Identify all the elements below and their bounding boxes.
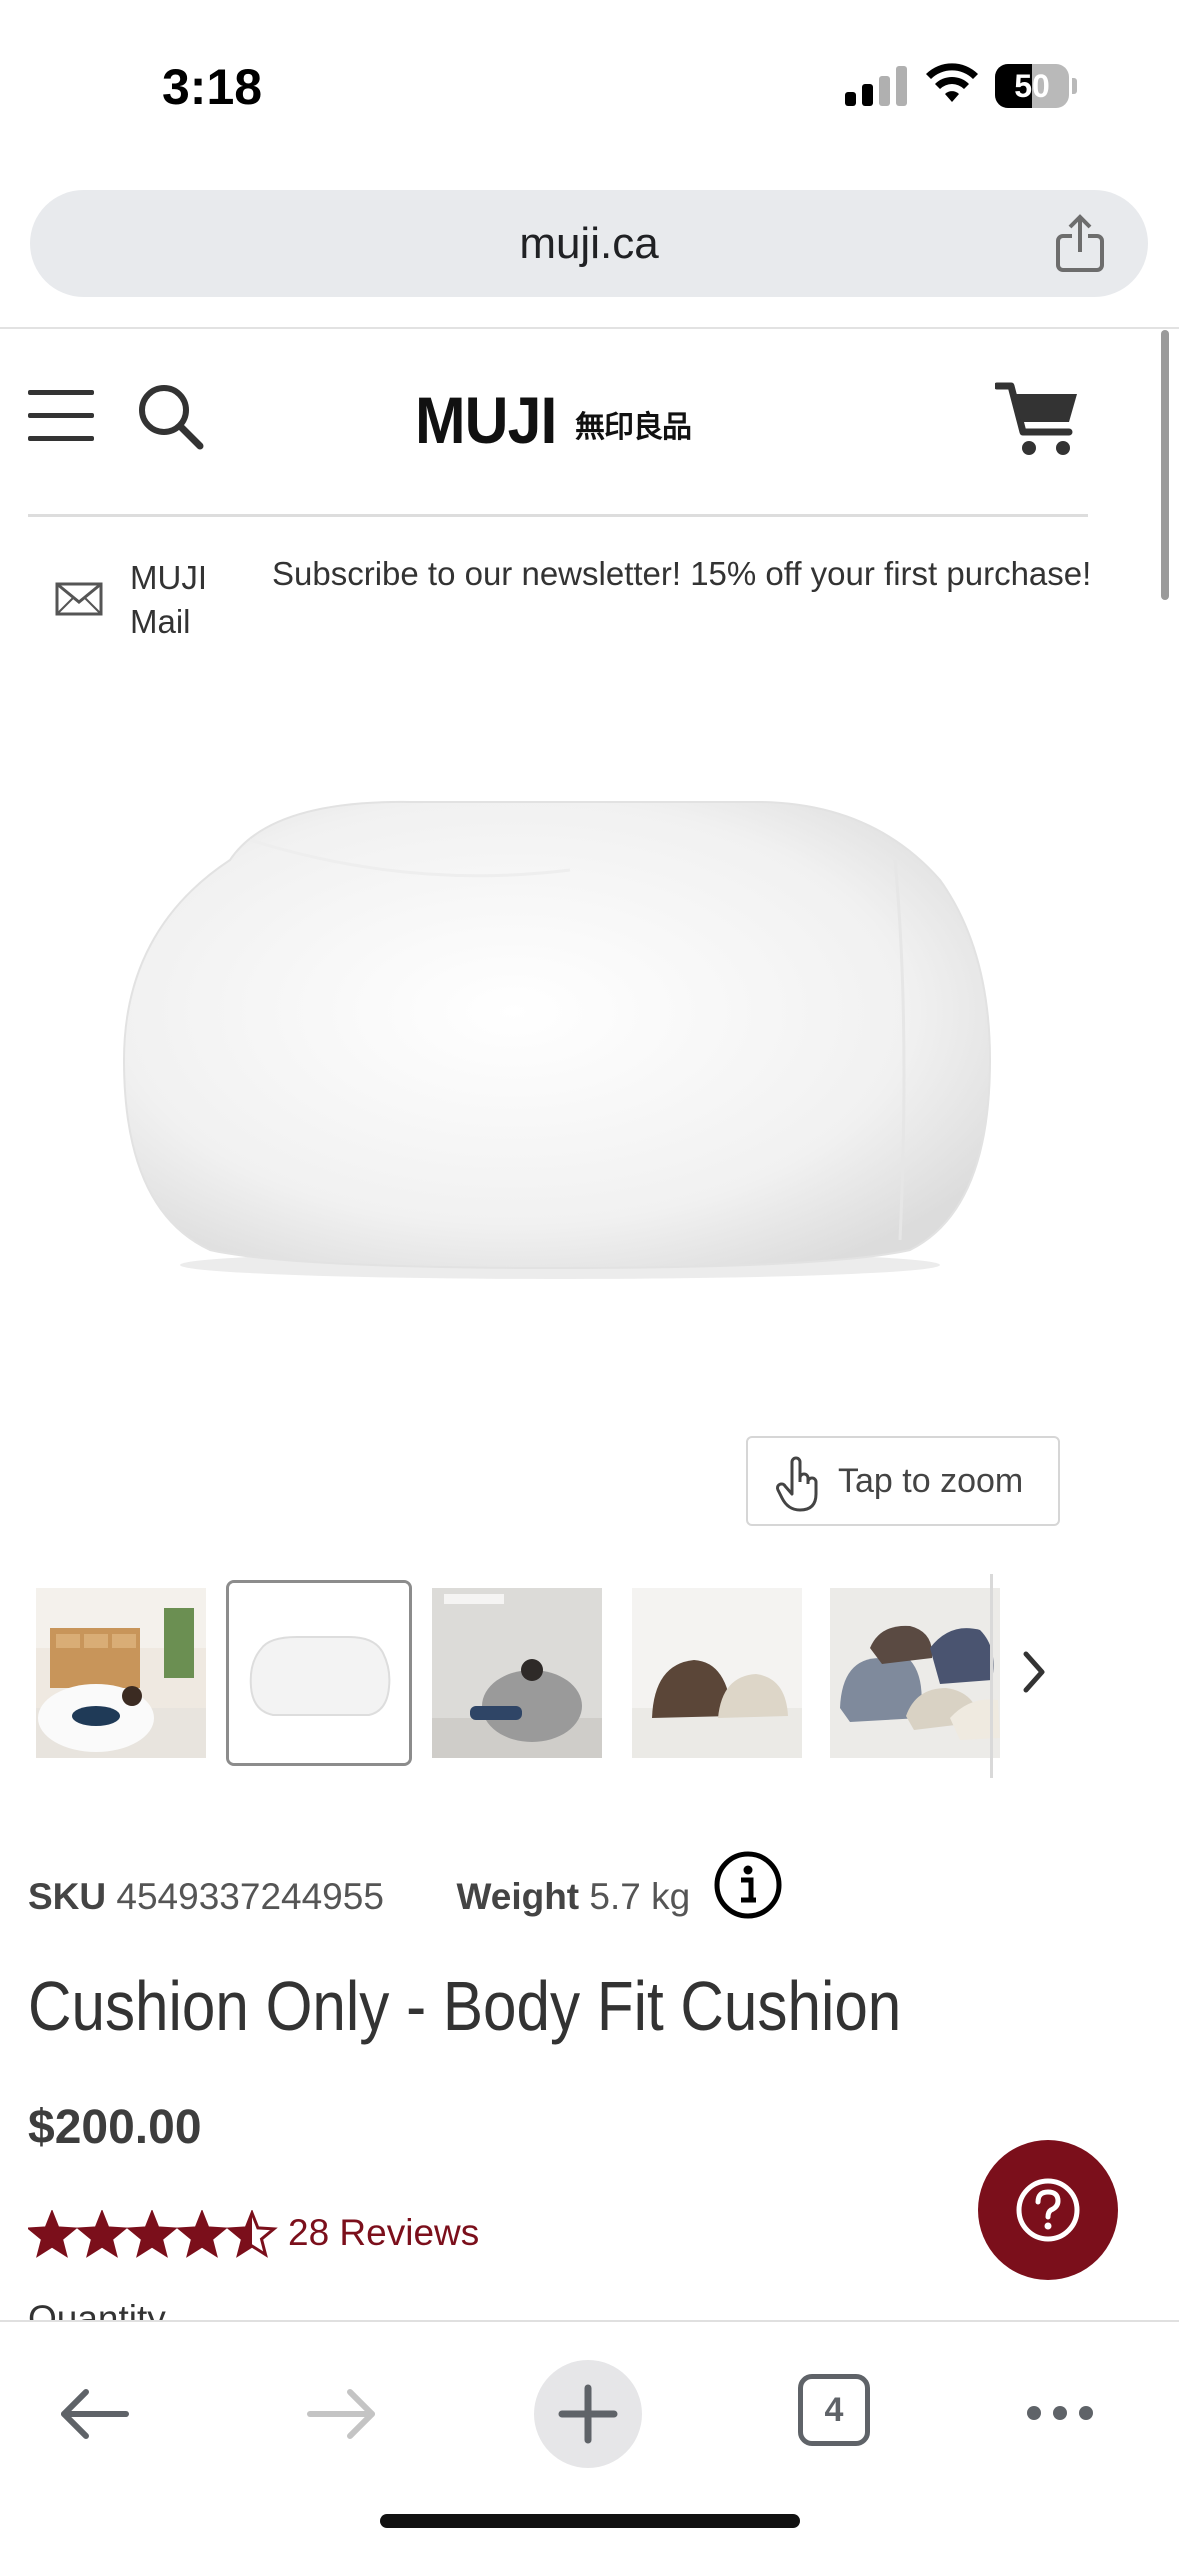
thumbnail-lifestyle[interactable] (36, 1588, 206, 1758)
thumbnail-white-cushion[interactable] (226, 1580, 412, 1766)
tap-to-zoom-button[interactable]: Tap to zoom (746, 1436, 1060, 1526)
menu-icon[interactable] (28, 390, 94, 442)
newsletter-promo[interactable]: Subscribe to our newsletter! 15% off you… (272, 548, 1092, 600)
product-specs: SKU 4549337244955 Weight 5.7 kg (28, 1876, 690, 1918)
chevron-right-icon[interactable] (1010, 1632, 1060, 1712)
sku-value: 4549337244955 (116, 1876, 384, 1917)
tap-to-zoom-label: Tap to zoom (838, 1462, 1024, 1500)
star-icon (130, 2213, 174, 2255)
header-divider (28, 514, 1088, 517)
scrollbar[interactable] (1161, 330, 1169, 600)
home-indicator[interactable] (380, 2514, 800, 2528)
new-tab-button[interactable] (534, 2360, 642, 2468)
mail-icon[interactable] (55, 582, 103, 616)
url-text[interactable]: muji.ca (30, 190, 1148, 297)
help-button[interactable] (978, 2140, 1118, 2280)
browser-divider (0, 327, 1179, 329)
battery-icon: 50 (995, 64, 1077, 108)
tap-hand-icon (776, 1456, 818, 1512)
thumbnail-assorted-cushions[interactable] (830, 1588, 1000, 1758)
product-image[interactable] (110, 770, 1010, 1290)
wifi-icon (926, 63, 978, 102)
share-icon[interactable] (1050, 214, 1110, 274)
tab-switcher-button[interactable]: 4 (798, 2374, 870, 2446)
rating-stars (28, 2210, 278, 2258)
muji-mail-link[interactable]: MUJI Mail (130, 556, 240, 644)
star-icon (180, 2213, 224, 2255)
question-icon (1016, 2178, 1080, 2242)
status-time: 3:18 (162, 59, 263, 115)
reviews-link[interactable]: 28 Reviews (288, 2212, 479, 2254)
thumbnail-divider (990, 1574, 993, 1778)
forward-arrow-icon[interactable] (304, 2384, 380, 2444)
more-options-icon[interactable] (1024, 2398, 1096, 2428)
weight-label: Weight (456, 1876, 580, 1917)
thumbnail-person-grey-cushion[interactable] (432, 1588, 602, 1758)
back-arrow-icon[interactable] (56, 2384, 132, 2444)
thumbnail-strip (0, 1574, 1179, 1784)
address-bar[interactable]: muji.ca (30, 190, 1148, 297)
product-price: $200.00 (28, 2101, 202, 2154)
weight-value: 5.7 kg (589, 1876, 691, 1917)
status-bar: 3:18 50 (0, 0, 1179, 170)
search-icon[interactable] (136, 382, 204, 450)
muji-logo[interactable]: MUJI 無印良品 (415, 382, 705, 457)
plus-icon (558, 2384, 618, 2444)
battery-level: 50 (1014, 68, 1050, 104)
info-icon[interactable] (713, 1850, 783, 1920)
logo-text: MUJI (415, 383, 557, 457)
cellular-signal-icon (845, 66, 907, 106)
star-icon (30, 2213, 74, 2255)
thumbnail-brown-white-cushions[interactable] (632, 1588, 802, 1758)
product-title: Cushion Only - Body Fit Cushion (28, 1967, 902, 2045)
cart-icon[interactable] (995, 380, 1081, 460)
star-icon (80, 2213, 124, 2255)
logo-japanese-text: 無印良品 (575, 410, 692, 445)
sku-label: SKU (28, 1876, 107, 1917)
